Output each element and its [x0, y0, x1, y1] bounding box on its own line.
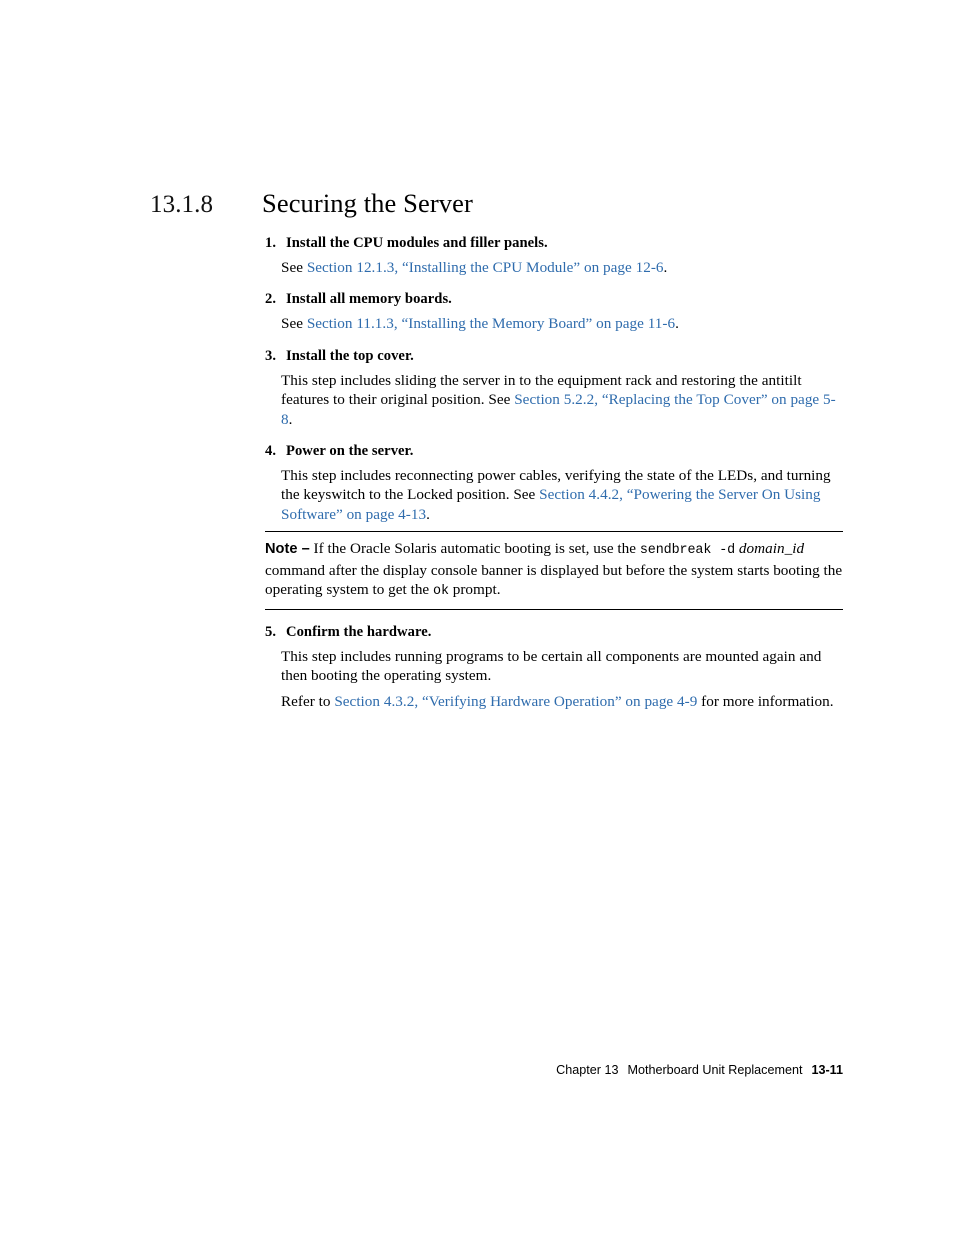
step-title: Confirm the hardware. [286, 624, 432, 640]
list-item: 1. Install the CPU modules and filler pa… [265, 233, 845, 277]
step-marker: 1. [265, 235, 277, 251]
list-item: 3. Install the top cover. This step incl… [265, 346, 845, 429]
section-heading: 13.1.8 Securing the Server [150, 188, 850, 220]
document-page: 13.1.8 Securing the Server 1. Install th… [0, 0, 954, 1235]
procedure-list-continued: 5. Confirm the hardware. This step inclu… [265, 622, 845, 711]
footer-page-number: 13-11 [811, 1063, 843, 1077]
step-marker: 4. [265, 443, 277, 460]
step-paragraph: See Section 12.1.3, “Installing the CPU … [281, 258, 845, 277]
step-title: Power on the server. [286, 443, 414, 460]
cross-reference-link[interactable]: Section 4.3.2, “Verifying Hardware Opera… [334, 693, 697, 710]
step-marker: 5. [265, 624, 277, 640]
text-after-link: . [426, 505, 430, 523]
step-heading: 1. Install the CPU modules and filler pa… [265, 233, 845, 254]
section-title: Securing the Server [262, 188, 473, 218]
footer-chapter: Chapter 13 [556, 1063, 619, 1077]
step-body: See Section 11.1.3, “Installing the Memo… [281, 314, 845, 333]
text-before-link: See [281, 259, 307, 276]
footer-section-title: Motherboard Unit Replacement [627, 1063, 803, 1077]
step-heading: 5. Confirm the hardware. [265, 622, 845, 643]
step-title: Install all memory boards. [286, 291, 452, 308]
text-after-link: . [675, 315, 679, 333]
note-box: Note – If the Oracle Solaris automatic b… [265, 531, 843, 610]
step-paragraph: Refer to Section 4.3.2, “Verifying Hardw… [281, 692, 845, 711]
note-code-sendbreak: sendbreak -d [639, 543, 736, 558]
step-paragraph: This step includes sliding the server in… [281, 371, 845, 429]
note-italic-domain-id: domain_id [738, 540, 805, 557]
section-number: 13.1.8 [150, 191, 214, 218]
procedure-list: 1. Install the CPU modules and filler pa… [265, 233, 845, 524]
note-text: Note – If the Oracle Solaris automatic b… [265, 539, 843, 602]
step-title: Install the CPU modules and filler panel… [286, 235, 548, 251]
list-item: 5. Confirm the hardware. This step inclu… [265, 622, 845, 711]
step-heading: 2. Install all memory boards. [265, 289, 845, 310]
cross-reference-link[interactable]: Section 11.1.3, “Installing the Memory B… [307, 315, 675, 332]
note-label: Note – [265, 541, 310, 557]
step-body: See Section 12.1.3, “Installing the CPU … [281, 258, 845, 277]
list-item: 4. Power on the server. This step includ… [265, 441, 845, 524]
step-paragraph: This step includes reconnecting power ca… [281, 466, 845, 524]
text-before-link: Refer to [281, 692, 335, 710]
note-text-part-2: command after the display console banner… [265, 561, 843, 599]
text-after-link: for more information. [697, 692, 834, 710]
step-paragraph: This step includes running programs to b… [281, 648, 822, 685]
note-text-part-1: If the Oracle Solaris automatic booting … [309, 540, 640, 557]
note-code-ok: ok [433, 584, 449, 600]
text-after-link: . [663, 259, 668, 276]
note-text-part-3: prompt. [448, 581, 501, 599]
step-body: This step includes running programs to b… [281, 647, 845, 711]
list-item: 2. Install all memory boards. See Sectio… [265, 289, 845, 333]
cross-reference-link[interactable]: Section 12.1.3, “Installing the CPU Modu… [307, 259, 664, 276]
step-marker: 2. [265, 291, 277, 308]
step-heading: 4. Power on the server. [265, 441, 845, 462]
step-paragraph: See Section 11.1.3, “Installing the Memo… [281, 314, 845, 333]
text-before-link: See [281, 315, 307, 333]
step-body: This step includes sliding the server in… [281, 371, 845, 429]
step-title: Install the top cover. [286, 347, 414, 364]
step-heading: 3. Install the top cover. [265, 346, 845, 367]
text-after-link: . [288, 410, 293, 428]
step-marker: 3. [265, 347, 277, 364]
page-footer: Chapter 13 Motherboard Unit Replacement 13… [0, 1062, 843, 1078]
step-body: This step includes reconnecting power ca… [281, 466, 845, 524]
